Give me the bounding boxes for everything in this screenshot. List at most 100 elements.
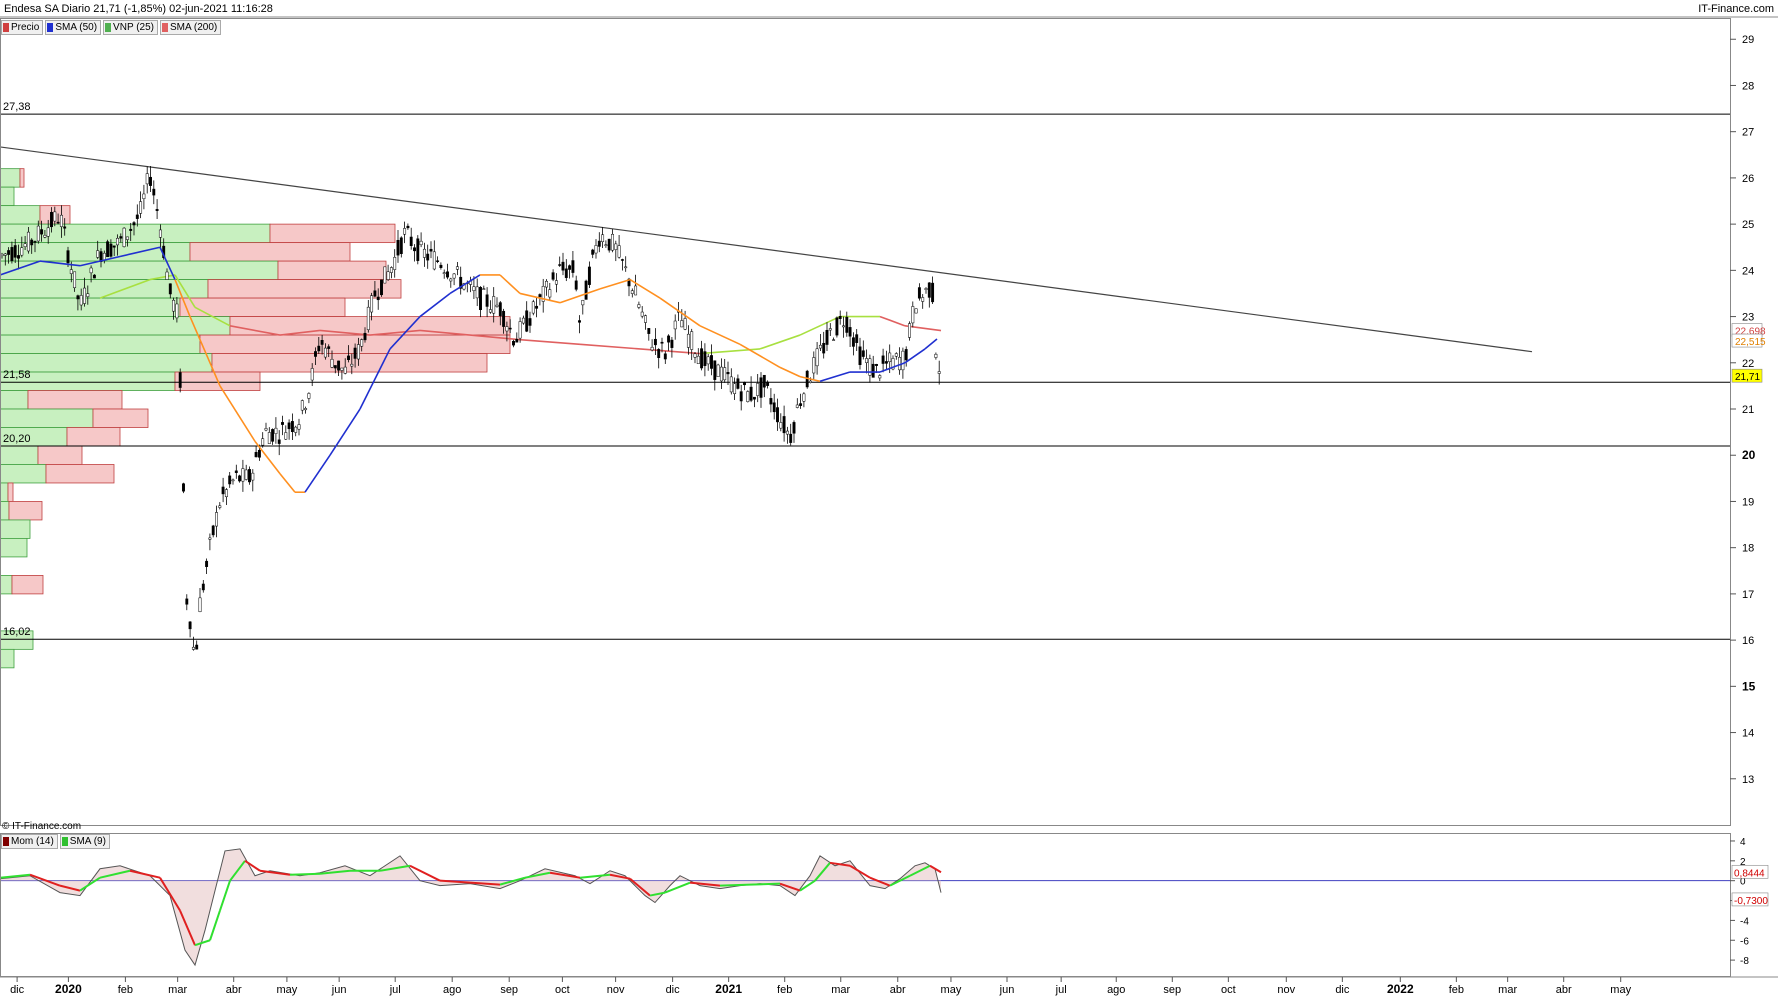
candle-body bbox=[257, 449, 261, 458]
candle-body bbox=[50, 211, 53, 228]
x-tick-label: sep bbox=[500, 984, 518, 996]
candle-body bbox=[878, 375, 882, 379]
candle-body bbox=[337, 360, 341, 371]
candle-body bbox=[818, 344, 822, 349]
volume-bar-sell bbox=[92, 408, 149, 428]
price-panel: 27,38 21,58 20,20 16,02 bbox=[0, 101, 1730, 669]
candle-body bbox=[809, 380, 812, 383]
candle-body bbox=[43, 234, 47, 238]
candle-body bbox=[772, 402, 776, 413]
candle-body bbox=[861, 350, 865, 357]
legend-label: SMA (50) bbox=[55, 22, 98, 33]
color-swatch bbox=[47, 23, 54, 32]
candle-body bbox=[521, 317, 525, 324]
candle-body bbox=[310, 368, 314, 381]
volume-bar-sell bbox=[269, 223, 396, 244]
candle-body bbox=[132, 222, 136, 226]
candle-body bbox=[231, 479, 235, 482]
y-tick-label: 19 bbox=[1742, 496, 1754, 508]
volume-bar-buy bbox=[0, 260, 279, 280]
candle-body bbox=[538, 294, 542, 298]
candle-body bbox=[409, 236, 413, 246]
candle-body bbox=[584, 280, 588, 300]
legend-item-mom[interactable]: Mom (14) bbox=[1, 834, 58, 849]
color-swatch bbox=[3, 23, 9, 32]
candle-body bbox=[360, 339, 364, 347]
y-tick-label: 29 bbox=[1742, 34, 1754, 46]
candle-body bbox=[512, 340, 515, 346]
legend-item-precio[interactable]: Precio bbox=[1, 20, 44, 35]
candle-body bbox=[188, 621, 192, 630]
candle-body bbox=[314, 351, 317, 357]
sma200-segment bbox=[799, 315, 841, 336]
candle-body bbox=[647, 328, 651, 334]
candle-body bbox=[703, 351, 707, 366]
candle-body bbox=[406, 225, 410, 229]
candle-body bbox=[320, 340, 324, 345]
legend-item-sma200[interactable]: SMA (200) bbox=[160, 20, 222, 35]
candle-body bbox=[63, 226, 67, 229]
candle-body bbox=[182, 483, 185, 492]
color-swatch bbox=[162, 23, 168, 32]
candle-body bbox=[479, 286, 482, 310]
legend-item-mom-sma[interactable]: SMA (9) bbox=[59, 834, 110, 849]
candle-body bbox=[716, 364, 720, 377]
candle-body bbox=[436, 260, 440, 262]
candle-body bbox=[10, 247, 14, 262]
y-tick-label: 21 bbox=[1742, 404, 1754, 416]
candle-body bbox=[911, 306, 915, 324]
candle-body bbox=[743, 382, 746, 386]
candle-body bbox=[205, 560, 209, 567]
candle-body bbox=[848, 327, 852, 337]
legend-item-sma50[interactable]: SMA (50) bbox=[45, 20, 102, 35]
x-tick-label: may bbox=[941, 984, 962, 996]
candle-body bbox=[66, 250, 70, 264]
candle-body bbox=[281, 422, 284, 425]
brand-label[interactable]: IT-Finance.com bbox=[1698, 3, 1774, 15]
sma200-segment bbox=[759, 334, 801, 350]
candle-body bbox=[779, 422, 783, 429]
x-tick-label: oct bbox=[1221, 984, 1236, 996]
candle-body bbox=[508, 327, 512, 330]
candle-body bbox=[670, 339, 674, 348]
candle-body bbox=[89, 267, 93, 274]
candle-body bbox=[696, 355, 700, 365]
legend-label: VNP (25) bbox=[113, 22, 154, 33]
candle-body bbox=[343, 366, 347, 374]
candle-body bbox=[680, 320, 684, 328]
candle-body bbox=[785, 430, 789, 435]
sma50-segment bbox=[499, 274, 521, 295]
candle-body bbox=[221, 486, 225, 495]
candle-body bbox=[267, 432, 271, 444]
price-chart[interactable]: 27,38 21,58 20,20 16,02 29 28 27 26 25 24 23 22 21 2… bbox=[0, 0, 1778, 1000]
volume-bar-sell bbox=[37, 445, 83, 465]
x-tick-label: feb bbox=[1449, 984, 1464, 996]
candle-body bbox=[439, 264, 443, 268]
candle-body bbox=[389, 267, 393, 273]
candle-body bbox=[888, 352, 892, 362]
sma50-segment bbox=[304, 454, 331, 493]
level-label: 20,20 bbox=[3, 433, 31, 445]
candle-body bbox=[20, 247, 24, 256]
legend-label: Mom (14) bbox=[11, 836, 54, 847]
candle-body bbox=[178, 372, 182, 388]
x-tick-label: sep bbox=[1163, 984, 1181, 996]
candle-body bbox=[228, 475, 232, 485]
momentum-sma-segment bbox=[719, 883, 751, 887]
candle-body bbox=[812, 357, 816, 374]
mom-y-tick-label: -4 bbox=[1740, 916, 1749, 927]
candle-body bbox=[442, 272, 446, 274]
candle-body bbox=[700, 348, 704, 369]
legend-item-vnp[interactable]: VNP (25) bbox=[103, 20, 158, 35]
candle-body bbox=[574, 280, 578, 290]
candle-body bbox=[604, 244, 608, 246]
candle-body bbox=[802, 393, 806, 402]
candle-body bbox=[393, 257, 397, 270]
volume-bar-buy bbox=[0, 538, 28, 558]
candle-body bbox=[776, 407, 779, 423]
sma50-segment bbox=[599, 278, 631, 290]
candle-body bbox=[92, 274, 96, 279]
candle-body bbox=[145, 173, 149, 185]
candle-body bbox=[353, 347, 357, 359]
candle-body bbox=[894, 353, 898, 357]
